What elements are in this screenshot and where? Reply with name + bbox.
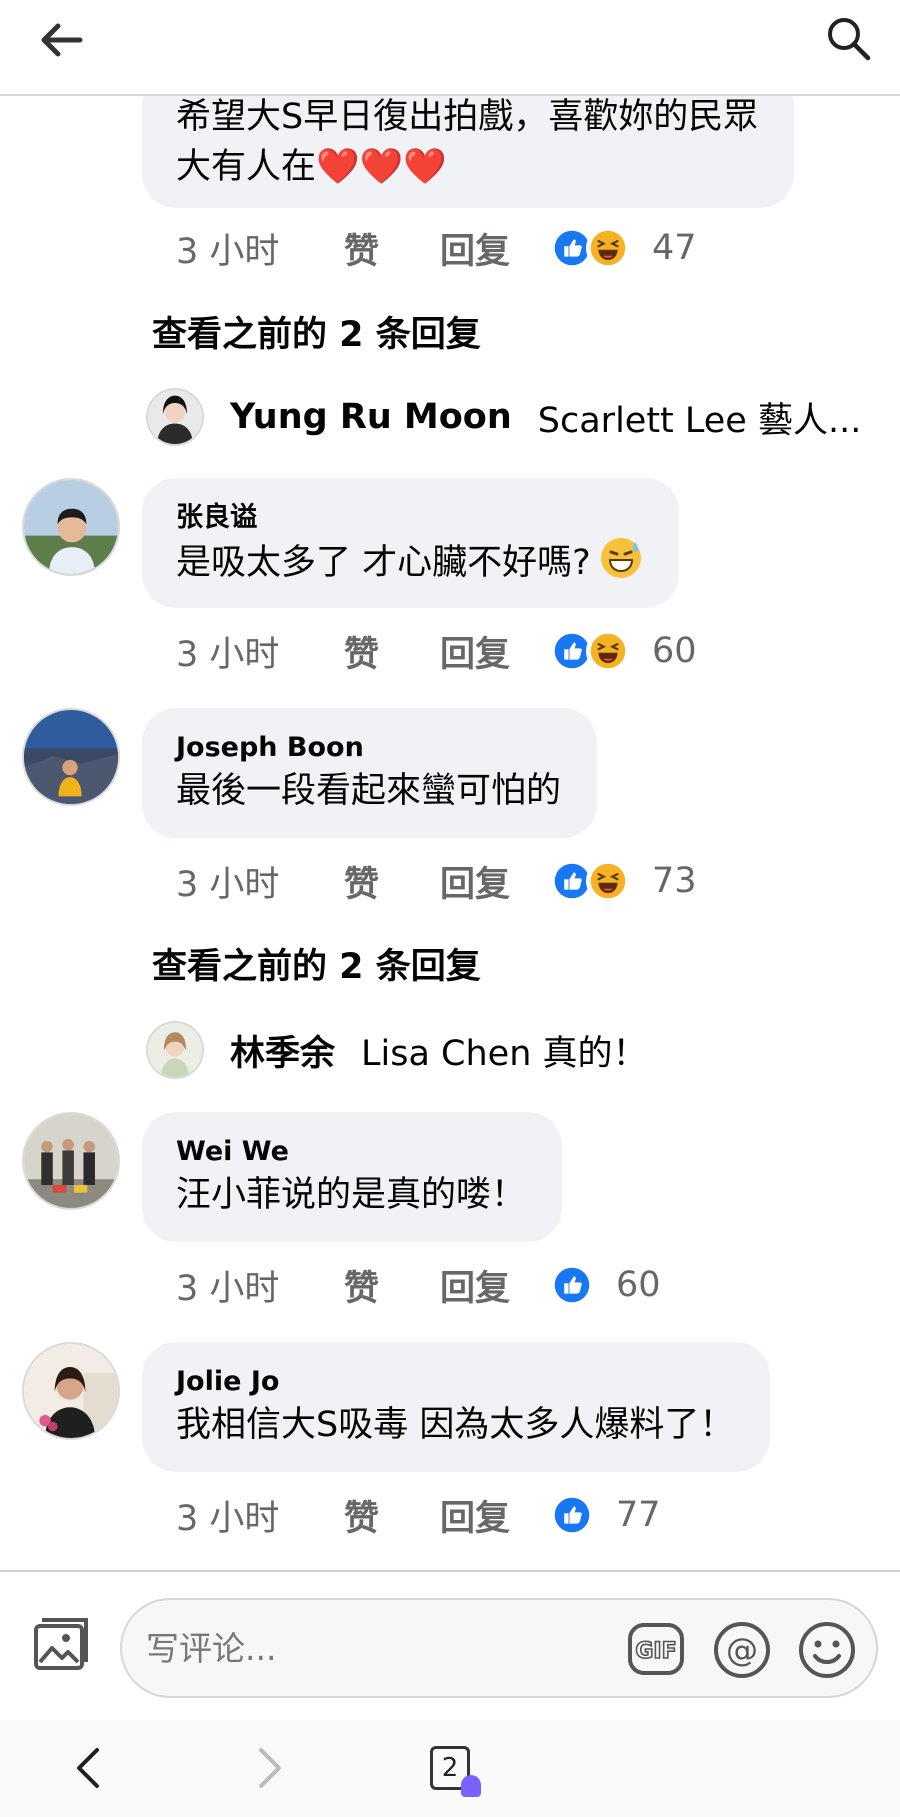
- view-previous-replies[interactable]: 查看之前的 2 条回复: [152, 938, 481, 989]
- comment-text: 大有人在❤️❤️❤️: [176, 142, 758, 192]
- nav-back-button[interactable]: [58, 1738, 118, 1798]
- comment-text-line: 大有人在: [176, 147, 317, 187]
- comment-bubble: 张良谥 是吸太多了 才心臟不好嗎?: [142, 478, 679, 608]
- avatar-image: [24, 480, 118, 574]
- comment-time: 3 小时: [176, 864, 280, 905]
- avatar-image: [148, 390, 202, 444]
- svg-text:GIF: GIF: [635, 1639, 676, 1664]
- reaction-count: 60: [652, 631, 697, 671]
- comment-author[interactable]: Wei We: [176, 1134, 526, 1170]
- reaction-count: 60: [616, 1265, 661, 1305]
- reply-button[interactable]: 回复: [440, 626, 550, 677]
- comment-author[interactable]: 张良谥: [176, 500, 643, 536]
- haha-reaction-icon: [586, 629, 630, 673]
- comment-text-content: 是吸太多了 才心臟不好嗎?: [176, 543, 591, 583]
- haha-reaction-icon: [586, 859, 630, 903]
- reply-text: Scarlett Lee 藝人...: [537, 400, 862, 441]
- reaction-icons[interactable]: [550, 1493, 594, 1537]
- sweat-smile-emoji: [599, 536, 643, 594]
- comment-actions: 3 小时 赞 回复 73: [176, 856, 697, 906]
- reply-preview[interactable]: 林季余 Lisa Chen 真的！: [230, 1021, 648, 1079]
- avatar[interactable]: [146, 388, 204, 446]
- like-button[interactable]: 赞: [344, 223, 440, 274]
- top-bar: [0, 0, 900, 96]
- comment-time: 3 小时: [176, 1498, 280, 1539]
- view-previous-replies[interactable]: 查看之前的 2 条回复: [152, 306, 481, 357]
- reaction-count: 47: [652, 228, 697, 268]
- like-button[interactable]: 赞: [344, 1260, 440, 1311]
- reply-button[interactable]: 回复: [440, 1490, 550, 1541]
- reply-button[interactable]: 回复: [440, 223, 550, 274]
- nav-forward-button[interactable]: [240, 1738, 300, 1798]
- reaction-icons[interactable]: [550, 226, 630, 270]
- comment-author[interactable]: Joseph Boon: [176, 730, 561, 766]
- reply-author[interactable]: Yung Ru Moon: [230, 397, 512, 437]
- chevron-right-icon: [259, 1748, 281, 1788]
- photo-button[interactable]: [30, 1616, 92, 1678]
- at-icon[interactable]: @: [712, 1620, 772, 1680]
- photo-icon: [34, 1618, 88, 1670]
- comment-actions: 3 小时 赞 回复 60: [176, 626, 697, 676]
- like-button[interactable]: 赞: [344, 856, 440, 907]
- like-button[interactable]: 赞: [344, 626, 440, 677]
- browser-nav-bar: 2: [0, 1720, 900, 1817]
- comment-input-field[interactable]: GIF @: [120, 1598, 878, 1698]
- tabs-icon: 2: [430, 1746, 481, 1797]
- back-button[interactable]: [34, 12, 90, 68]
- comment-bubble: Joseph Boon 最後一段看起來蠻可怕的: [142, 708, 598, 838]
- back-arrow-icon: [41, 23, 83, 57]
- search-button[interactable]: [818, 8, 878, 68]
- comment-actions: 3 小时 赞 回复 77: [176, 1490, 661, 1540]
- avatar[interactable]: [22, 478, 120, 576]
- avatar[interactable]: [22, 1342, 120, 1440]
- ghost-icon: [461, 1775, 481, 1797]
- smile-icon[interactable]: [797, 1620, 857, 1680]
- reaction-icons[interactable]: [550, 629, 630, 673]
- avatar-image: [24, 1114, 118, 1208]
- chevron-left-icon: [77, 1748, 99, 1788]
- comment-text: 是吸太多了 才心臟不好嗎?: [176, 536, 643, 594]
- comment-text: 希望大S早日復出拍戲，喜歡妳的民眾: [176, 97, 759, 137]
- reply-text: Lisa Chen 真的！: [361, 1033, 648, 1074]
- avatar-image: [148, 1023, 202, 1077]
- comment-bubble: Jolie Jo 我相信大S吸毒 因為太多人爆料了！: [142, 1342, 771, 1472]
- reaction-icons[interactable]: [550, 1263, 594, 1307]
- comment-author[interactable]: Jolie Jo: [176, 1364, 734, 1400]
- comment-actions: 3 小时 赞 回复 60: [176, 1260, 661, 1310]
- tabs-button[interactable]: 2: [420, 1738, 481, 1798]
- comment-actions: 3 小时 赞 回复 47: [176, 223, 697, 273]
- like-button[interactable]: 赞: [344, 1490, 440, 1541]
- avatar[interactable]: [146, 1021, 204, 1079]
- like-reaction-icon: [550, 1263, 594, 1307]
- reaction-icons[interactable]: [550, 859, 630, 903]
- reply-button[interactable]: 回复: [440, 856, 550, 907]
- svg-text:@: @: [726, 1631, 758, 1669]
- comment-composer: GIF @: [0, 1570, 900, 1720]
- comment-text: 我相信大S吸毒 因為太多人爆料了！: [176, 1405, 735, 1445]
- avatar[interactable]: [22, 1112, 120, 1210]
- avatar-image: [24, 710, 118, 804]
- heart-emojis: ❤️❤️❤️: [316, 147, 447, 187]
- reply-button[interactable]: 回复: [440, 1260, 550, 1311]
- comment-input[interactable]: [146, 1618, 606, 1678]
- comment-time: 3 小时: [176, 634, 280, 675]
- avatar-image: [24, 1344, 118, 1438]
- search-icon: [828, 18, 871, 61]
- like-reaction-icon: [550, 1493, 594, 1537]
- reply-author[interactable]: 林季余: [230, 1025, 335, 1076]
- haha-reaction-icon: [586, 226, 630, 270]
- reply-preview[interactable]: Yung Ru Moon Scarlett Lee 藝人...: [230, 388, 861, 446]
- comment-text: 汪小菲说的是真的喽！: [176, 1175, 527, 1215]
- comment-time: 3 小时: [176, 231, 280, 272]
- reaction-count: 73: [652, 861, 697, 901]
- avatar[interactable]: [22, 708, 120, 806]
- reaction-count: 77: [616, 1495, 661, 1535]
- comment-bubble: Wei We 汪小菲说的是真的喽！: [142, 1112, 563, 1242]
- comment-text: 最後一段看起來蠻可怕的: [176, 771, 562, 811]
- comment-time: 3 小时: [176, 1268, 280, 1309]
- gif-icon[interactable]: GIF: [627, 1622, 685, 1676]
